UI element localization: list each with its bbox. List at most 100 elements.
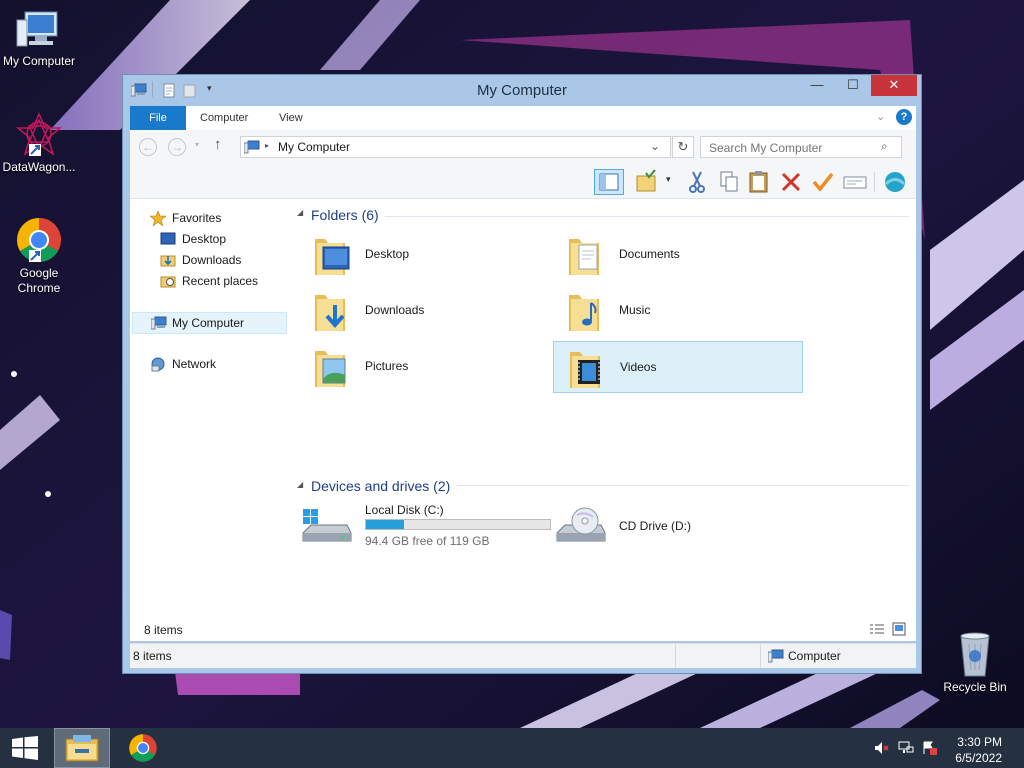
ribbon-tabs: File Computer View ⌄ ?	[130, 106, 916, 130]
nav-label: Recent places	[182, 274, 259, 288]
drive-free-space: 94.4 GB free of 119 GB	[365, 534, 490, 548]
network-icon	[151, 357, 165, 372]
folder-label: Documents	[619, 247, 680, 261]
drive-label: Local Disk (C:)	[365, 503, 444, 517]
desktop-icon-label: My Computer	[2, 54, 76, 68]
desktop-icon-label: Google Chrome	[17, 266, 61, 295]
network-tray-icon[interactable]	[898, 741, 914, 755]
taskbar-clock[interactable]: 3:30 PM 6/5/2022	[955, 734, 1002, 766]
desktop-icon-recycle-bin[interactable]: Recycle Bin	[937, 630, 1013, 695]
nav-label: Favorites	[172, 211, 222, 225]
group-divider	[457, 485, 909, 486]
rename-check-icon[interactable]	[810, 169, 836, 195]
drive-usage-bar	[365, 519, 551, 530]
computer-icon	[244, 140, 260, 154]
title-bar[interactable]: ▾ My Computer — ☐ ✕	[123, 75, 921, 105]
drive-d[interactable]: CD Drive (D:)	[553, 499, 803, 553]
help-icon[interactable]: ?	[896, 109, 912, 125]
desktop-icon-my-computer[interactable]: My Computer	[1, 8, 77, 69]
folder-documents[interactable]: Documents	[553, 229, 803, 281]
content-pane: ◢ Folders (6) Desktop Documents Download…	[289, 199, 916, 617]
collapse-folders-icon[interactable]: ◢	[297, 208, 303, 217]
clock-date: 6/5/2022	[955, 751, 1002, 765]
minimize-button[interactable]: —	[799, 75, 835, 96]
folder-label: Downloads	[365, 303, 425, 317]
breadcrumb[interactable]: My Computer	[278, 140, 350, 154]
datawagon-logo-icon	[15, 112, 63, 156]
properties-icon[interactable]	[842, 169, 868, 195]
search-box[interactable]: ⌕	[700, 136, 902, 158]
search-icon[interactable]: ⌕	[881, 139, 888, 154]
preview-pane-button[interactable]	[594, 169, 624, 195]
folder-music[interactable]: Music	[553, 285, 803, 337]
address-bar[interactable]: ▸ My Computer ⌄	[240, 136, 671, 158]
folder-label: Music	[619, 303, 651, 317]
address-row: ← → ▾ ↑ ▸ My Computer ⌄ ↻ ⌕	[130, 130, 916, 166]
tab-file[interactable]: File	[130, 106, 186, 130]
desktop-icon-label: DataWagon...	[2, 160, 76, 174]
nav-recent-places[interactable]: Recent places	[130, 271, 285, 291]
folder-downloads[interactable]: Downloads	[299, 285, 549, 337]
group-header-folders[interactable]: Folders (6)	[311, 207, 379, 223]
close-button[interactable]: ✕	[871, 75, 917, 96]
desktop-icon-label: Recycle Bin	[943, 680, 1007, 694]
ribbon-expand-icon[interactable]: ⌄	[876, 110, 885, 123]
breadcrumb-separator-icon[interactable]: ▸	[265, 141, 269, 150]
up-button[interactable]: ↑	[214, 136, 222, 153]
tab-view[interactable]: View	[267, 106, 315, 130]
refresh-button[interactable]: ↻	[672, 136, 694, 158]
toolbar-separator	[874, 172, 875, 192]
drive-c[interactable]: Local Disk (C:) 94.4 GB free of 119 GB	[299, 499, 551, 553]
downloads-folder-icon	[160, 255, 176, 267]
status-right: Computer	[788, 649, 841, 663]
folder-label: Desktop	[365, 247, 410, 261]
layout-icon	[599, 173, 619, 191]
recent-locations-icon[interactable]: ▾	[195, 140, 199, 149]
desktop-folder-icon	[315, 239, 350, 275]
nav-downloads[interactable]: Downloads	[130, 250, 285, 270]
address-dropdown-icon[interactable]: ⌄	[650, 139, 660, 153]
volume-muted-icon[interactable]	[874, 741, 890, 755]
desktop-icon-google-chrome[interactable]: Google Chrome	[1, 216, 77, 296]
large-icons-view-icon[interactable]	[892, 622, 906, 636]
search-input[interactable]	[707, 140, 871, 156]
status-divider	[675, 644, 676, 668]
tab-computer[interactable]: Computer	[188, 106, 260, 130]
file-explorer-icon	[65, 735, 99, 762]
copy-icon[interactable]	[716, 169, 742, 195]
globe-icon[interactable]	[882, 169, 908, 195]
taskbar: 3:30 PM 6/5/2022	[0, 728, 1024, 768]
back-button[interactable]: ←	[139, 138, 157, 156]
computer-icon	[151, 316, 167, 330]
nav-label: My Computer	[172, 316, 245, 330]
taskbar-file-explorer[interactable]	[54, 728, 110, 768]
folder-videos[interactable]: Videos	[553, 341, 803, 393]
taskbar-chrome[interactable]	[118, 728, 168, 768]
group-header-devices[interactable]: Devices and drives (2)	[311, 478, 450, 494]
nav-favorites[interactable]: Favorites	[130, 208, 285, 228]
nav-my-computer[interactable]: My Computer	[132, 312, 287, 334]
start-button[interactable]	[0, 728, 50, 768]
folder-desktop[interactable]: Desktop	[299, 229, 549, 281]
hard-drive-windows-icon	[302, 509, 352, 542]
documents-folder-icon	[569, 239, 599, 275]
cd-drive-icon	[556, 507, 606, 542]
desktop-icon	[160, 232, 176, 245]
action-center-icon[interactable]	[922, 741, 938, 755]
forward-button[interactable]: →	[168, 138, 186, 156]
nav-network[interactable]: Network	[130, 354, 285, 374]
desktop-icon-datawagon[interactable]: DataWagon...	[1, 112, 77, 175]
folder-pictures[interactable]: Pictures	[299, 341, 549, 393]
nav-label: Downloads	[182, 253, 242, 267]
drive-label: CD Drive (D:)	[619, 519, 691, 533]
paste-icon[interactable]	[746, 169, 772, 195]
nav-desktop[interactable]: Desktop	[130, 229, 285, 249]
details-view-icon[interactable]	[869, 623, 885, 635]
windows-logo-icon	[12, 736, 38, 760]
collapse-devices-icon[interactable]: ◢	[297, 480, 303, 489]
maximize-button[interactable]: ☐	[835, 75, 871, 96]
select-folder-icon[interactable]	[634, 169, 660, 195]
cut-icon[interactable]	[684, 169, 710, 195]
select-dropdown-icon[interactable]: ▾	[666, 174, 671, 185]
delete-icon[interactable]	[778, 169, 804, 195]
